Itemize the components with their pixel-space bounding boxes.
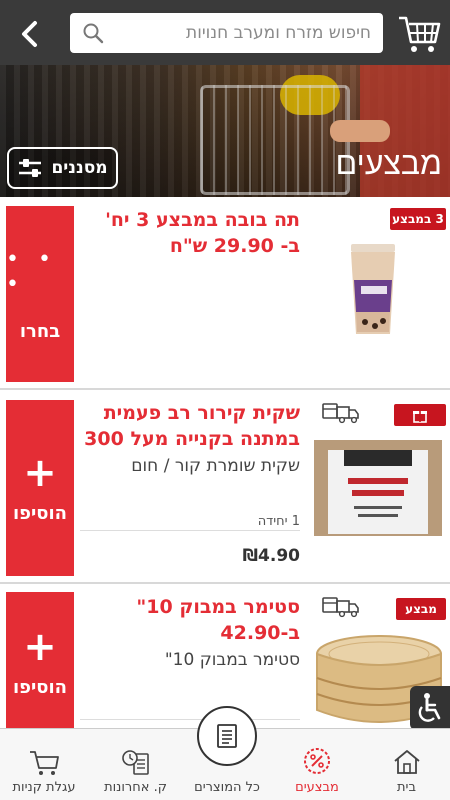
choose-label: בחרו	[19, 320, 61, 342]
nav-item-cart[interactable]: עגלת קניות	[0, 729, 88, 800]
nav-item-promotions[interactable]: מבצעים	[271, 729, 363, 800]
plus-icon: +	[23, 623, 57, 670]
promo-badge: מבצע	[396, 598, 446, 620]
product-title: שקית קירור רב פעמית במתנה בקנייה מעל 300	[84, 400, 300, 452]
wheelchair-icon	[418, 693, 441, 722]
accessibility-button[interactable]	[410, 686, 450, 730]
unit-underline	[80, 719, 300, 720]
delivery-icon	[322, 403, 359, 424]
unit-underline	[80, 530, 300, 531]
add-to-cart-button[interactable]: + הוסיפו	[6, 592, 74, 728]
nav-label: עגלת קניות	[12, 780, 76, 795]
back-button[interactable]	[12, 16, 48, 52]
promo-badge: 3 במבצע	[390, 208, 446, 230]
filter-button[interactable]: מסננים	[7, 147, 118, 189]
chevron-left-icon	[22, 21, 37, 47]
product-subtitle: סטימר במבוק 10"	[164, 650, 300, 670]
product-title: תה בובה במבצע 3 יח' ב- 29.90 ש"ח	[105, 207, 300, 259]
delivery-icon	[322, 597, 359, 618]
percent-icon	[304, 748, 330, 774]
product-title-line2: במתנה בקנייה מעל 300	[84, 428, 300, 450]
promotions-banner: מסננים מבצעים	[0, 65, 450, 197]
dots-glyph: • • •	[6, 246, 57, 297]
cart-icon	[30, 751, 59, 775]
filter-label: מסננים	[51, 158, 108, 178]
nav-label: מבצעים	[295, 780, 339, 795]
product-card-boba-tea[interactable]: • • • בחרו 3 במבצע תה בובה במבצע 3 יח' ב…	[0, 197, 450, 388]
search-box[interactable]	[70, 13, 383, 53]
gift-icon	[413, 411, 427, 423]
product-title-line2: ב-42.90	[220, 622, 300, 644]
product-title-line1: שקית קירור רב פעמית	[103, 402, 300, 424]
product-image-boba-tea	[351, 244, 395, 334]
product-price: ₪4.90	[242, 546, 300, 566]
nav-label: כל המוצרים	[194, 780, 260, 795]
product-image-cooling-bag	[314, 440, 442, 536]
home-icon	[393, 750, 420, 774]
all-products-button[interactable]	[197, 706, 257, 766]
page-title: מבצעים	[335, 145, 442, 181]
add-to-cart-button[interactable]: + הוסיפו	[6, 400, 74, 576]
nav-item-home[interactable]: בית	[363, 729, 450, 800]
cart-icon	[399, 16, 441, 52]
search-input[interactable]	[110, 23, 371, 43]
product-card-cooling-bag[interactable]: + הוסיפו שקית קירור רב פעמית במתנה בקניי…	[0, 390, 450, 582]
nav-label: בית	[397, 780, 416, 795]
plus-icon: +	[23, 449, 57, 496]
search-icon[interactable]	[82, 22, 104, 44]
sliders-icon	[19, 159, 42, 177]
gift-badge	[394, 404, 446, 426]
product-title-line1: סטימר במבוק 10"	[136, 596, 300, 618]
add-label: הוסיפו	[12, 502, 68, 524]
shopping-cart-button[interactable]	[397, 12, 441, 56]
nav-item-recent-purchases[interactable]: ק. אחרונות	[88, 729, 183, 800]
list-icon	[217, 724, 237, 748]
banner-arm	[330, 120, 390, 142]
top-bar	[0, 0, 450, 65]
product-title-line2: ב- 29.90 ש"ח	[169, 235, 300, 257]
banner-cart-image	[200, 85, 350, 195]
product-title-line1: תה בובה במבצע 3 יח'	[105, 209, 300, 231]
product-title: סטימר במבוק 10" ב-42.90	[136, 594, 300, 646]
choose-button[interactable]: • • • בחרו	[6, 206, 74, 382]
product-unit: 1 יחידה	[257, 514, 300, 529]
nav-label: ק. אחרונות	[104, 780, 167, 795]
recent-purchases-icon	[121, 750, 149, 775]
product-subtitle: שקית שומרת קור / חום	[131, 456, 300, 476]
add-label: הוסיפו	[12, 676, 68, 698]
